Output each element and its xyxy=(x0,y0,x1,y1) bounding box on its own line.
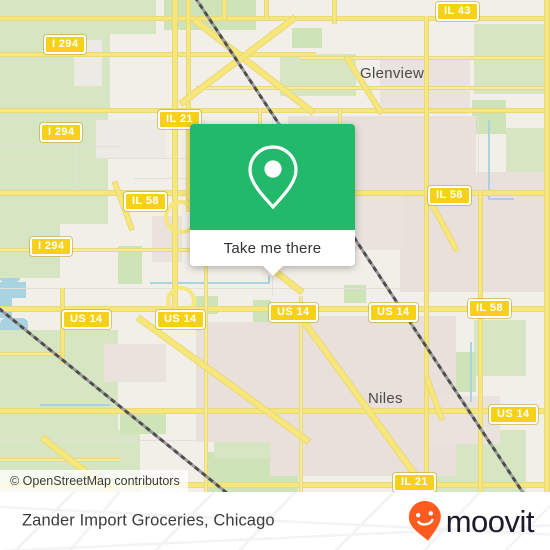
highway-i-294 xyxy=(172,0,178,312)
highway-il-43 xyxy=(424,16,429,492)
road-shield[interactable]: IL 58 xyxy=(468,299,511,318)
road-shield[interactable]: US 14 xyxy=(62,310,111,329)
park-area xyxy=(292,28,322,48)
road-shield[interactable]: I 294 xyxy=(30,237,73,256)
minor-road xyxy=(418,330,419,400)
road-shield[interactable]: US 14 xyxy=(269,303,318,322)
stream xyxy=(488,198,514,200)
map-canvas[interactable]: Glenview Niles IL 43 I 294 IL 21 I 294 I… xyxy=(0,0,550,492)
highway xyxy=(299,296,303,492)
stream xyxy=(268,276,270,284)
place-label-niles: Niles xyxy=(368,390,403,407)
popup-action-bar[interactable]: Take me there xyxy=(190,230,355,276)
minor-road xyxy=(478,116,479,194)
moovit-wordmark: moovit xyxy=(445,503,535,539)
residential-area xyxy=(104,344,166,382)
highway xyxy=(222,0,227,20)
footer-bar: Zander Import Groceries, Chicago moovit xyxy=(0,492,550,550)
stream xyxy=(488,120,490,200)
stream xyxy=(150,282,270,284)
road-shield[interactable]: IL 58 xyxy=(428,186,471,205)
moovit-pin-icon xyxy=(408,501,441,541)
highway xyxy=(478,190,483,492)
highway xyxy=(0,458,120,462)
minor-road xyxy=(0,288,550,289)
take-me-there-button[interactable]: Take me there xyxy=(224,240,322,257)
road-shield[interactable]: I 294 xyxy=(44,35,87,54)
highway xyxy=(264,0,269,18)
highway xyxy=(196,86,550,90)
place-label-glenview: Glenview xyxy=(360,65,425,82)
water-body xyxy=(0,282,26,298)
map-pin-icon xyxy=(247,145,298,210)
road-shield[interactable]: I 294 xyxy=(40,123,83,142)
road-shield[interactable]: US 14 xyxy=(489,405,538,424)
road-shield[interactable]: IL 21 xyxy=(393,473,436,492)
minor-road xyxy=(0,440,196,441)
popup-header xyxy=(190,124,355,230)
highway xyxy=(204,230,208,492)
location-popup-card[interactable]: Take me there xyxy=(190,124,355,276)
highway xyxy=(544,0,550,492)
road-shield[interactable]: US 14 xyxy=(369,303,418,322)
minor-road xyxy=(296,370,418,371)
highway xyxy=(0,108,550,113)
industrial-area xyxy=(96,120,166,158)
popup-pointer-tail xyxy=(261,265,284,276)
moovit-map-screenshot: Glenview Niles IL 43 I 294 IL 21 I 294 I… xyxy=(0,0,550,550)
road-shield[interactable]: US 14 xyxy=(156,310,205,329)
stream xyxy=(470,342,472,402)
minor-road xyxy=(0,146,120,147)
park-area xyxy=(0,330,118,442)
location-title: Zander Import Groceries, Chicago xyxy=(22,511,275,530)
road-shield[interactable]: IL 43 xyxy=(436,2,479,21)
highway xyxy=(332,0,337,24)
stream xyxy=(40,404,110,406)
moovit-logo[interactable]: moovit xyxy=(407,500,535,542)
osm-attribution[interactable]: © OpenStreetMap contributors xyxy=(0,470,188,492)
road-shield[interactable]: IL 58 xyxy=(124,192,167,211)
